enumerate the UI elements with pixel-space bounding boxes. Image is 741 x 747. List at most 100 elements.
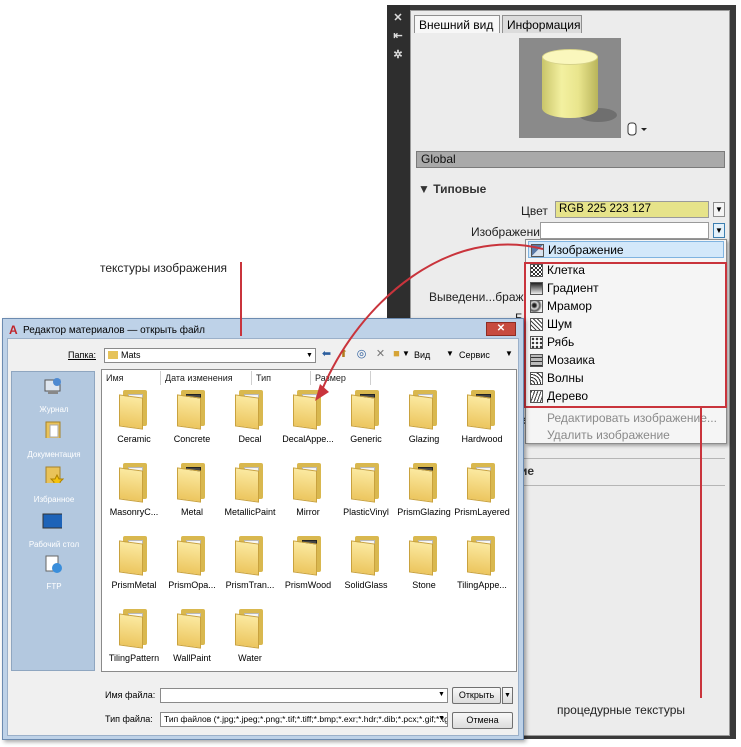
autohide-icon[interactable]: ⇤ [392, 30, 404, 42]
preview-cylinder-top [542, 49, 598, 65]
folder-icon [235, 390, 263, 430]
filetype-dropdown-icon[interactable]: ▼ [438, 715, 445, 722]
folder-label: Папка: [68, 350, 96, 360]
tab-appearance[interactable]: Внешний вид [414, 15, 500, 33]
file-item[interactable]: DecalAppe... [278, 390, 338, 458]
folder-icon [293, 536, 321, 576]
material-name-field[interactable]: Global [416, 151, 725, 168]
menu-item-edit-image[interactable]: Редактировать изображение... [528, 410, 724, 427]
material-preview [519, 38, 621, 138]
file-item[interactable]: PrismOpa... [162, 536, 222, 604]
section-divider [515, 485, 725, 486]
section-typical[interactable]: ▼ Типовые [418, 182, 486, 196]
tab-information[interactable]: Информация [502, 15, 582, 33]
image-field[interactable] [540, 222, 709, 239]
file-item[interactable]: TilingAppe... [452, 536, 512, 604]
file-item[interactable]: Metal [162, 463, 222, 531]
view-menu-button[interactable]: Вид [414, 350, 430, 360]
cylinder-icon [627, 122, 647, 136]
filetype-select[interactable]: Тип файлов (*.jpg;*.jpeg;*.png;*.tif;*.t… [160, 712, 448, 727]
folder-icon [177, 536, 205, 576]
view-dropdown-icon[interactable]: ▼ [402, 349, 410, 358]
properties-icon[interactable]: ✲ [392, 49, 404, 61]
folder-icon [293, 390, 321, 430]
up-folder-icon[interactable]: ⬆ [337, 348, 350, 361]
file-item[interactable]: PrismTran... [220, 536, 280, 604]
image-label: Изображение [471, 225, 547, 239]
file-item[interactable]: PrismWood [278, 536, 338, 604]
back-arrow-icon[interactable]: ⬅ [320, 348, 333, 361]
folder-icon [351, 390, 379, 430]
file-item[interactable]: Glazing [394, 390, 454, 458]
folder-icon [467, 390, 495, 430]
filename-input[interactable] [160, 688, 448, 703]
image-dropdown-button[interactable]: ▼ [713, 223, 725, 238]
dialog-close-button[interactable]: ✕ [486, 322, 516, 336]
file-item[interactable]: PrismGlazing [394, 463, 454, 531]
service-dropdown-icon[interactable]: ▼ [446, 349, 454, 358]
file-item[interactable]: PrismMetal [104, 536, 164, 604]
folder-icon [235, 609, 263, 649]
place-label: Избранное [33, 495, 75, 504]
folder-icon [409, 390, 437, 430]
file-item[interactable]: Mirror [278, 463, 338, 531]
file-item[interactable]: Water [220, 609, 280, 677]
chevron-down-icon: ▼ [306, 352, 313, 359]
folder-icon [467, 536, 495, 576]
callout-image-textures: текстуры изображения [100, 261, 228, 275]
folder-combo[interactable]: Mats ▼ [104, 348, 316, 363]
history-icon [44, 378, 61, 394]
column-type[interactable]: Тип [252, 371, 311, 385]
image-texture-icon [531, 244, 544, 257]
open-options-button[interactable]: ▼ [502, 687, 513, 704]
file-item[interactable]: Generic [336, 390, 396, 458]
file-item-label: Water [238, 653, 262, 663]
column-name[interactable]: Имя [102, 371, 161, 385]
file-item[interactable]: PrismLayered [452, 463, 512, 531]
file-item[interactable]: TilingPattern [104, 609, 164, 677]
file-item[interactable]: Hardwood [452, 390, 512, 458]
place-label: Документация [27, 450, 81, 459]
menu-item-image[interactable]: Изображение [528, 241, 724, 258]
delete-icon[interactable]: ✕ [374, 348, 387, 361]
column-date-modified[interactable]: Дата изменения [161, 371, 252, 385]
file-item[interactable]: SolidGlass [336, 536, 396, 604]
ftp-icon [45, 555, 62, 573]
more-dropdown-icon[interactable]: ▼ [505, 349, 513, 358]
folder-icon [108, 351, 118, 359]
file-item[interactable]: MetallicPaint [220, 463, 280, 531]
filename-label: Имя файла: [105, 690, 156, 700]
file-item-label: PrismLayered [454, 507, 510, 517]
color-field[interactable]: RGB 225 223 127 [555, 201, 709, 218]
image-fade-label: Выведени...браже [429, 290, 531, 304]
color-dropdown-button[interactable]: ▼ [713, 202, 725, 217]
file-item[interactable]: Stone [394, 536, 454, 604]
open-button[interactable]: Открыть [452, 687, 501, 704]
file-item-label: Hardwood [461, 434, 503, 444]
filename-dropdown-icon[interactable]: ▼ [438, 691, 445, 698]
preview-options-button[interactable] [627, 122, 649, 136]
file-item-label: TilingAppe... [457, 580, 507, 590]
callout-procedural-textures: процедурные текстуры [557, 703, 686, 717]
cancel-button[interactable]: Отмена [452, 712, 513, 729]
search-web-icon[interactable]: ◎ [355, 348, 368, 361]
folder-icon [409, 463, 437, 503]
file-item[interactable]: WallPaint [162, 609, 222, 677]
column-size[interactable]: Размер [311, 371, 371, 385]
file-item[interactable]: PlasticVinyl [336, 463, 396, 531]
close-icon[interactable]: ✕ [392, 12, 404, 24]
file-item[interactable]: Decal [220, 390, 280, 458]
folder-icon [119, 463, 147, 503]
procedural-textures-highlight [524, 262, 727, 408]
autocad-logo-icon: A [9, 323, 18, 337]
file-item[interactable]: MasonryC... [104, 463, 164, 531]
place-label: Журнал [39, 405, 69, 414]
menu-item-delete-image[interactable]: Удалить изображение [528, 427, 724, 444]
file-item[interactable]: Concrete [162, 390, 222, 458]
folder-icon [235, 463, 263, 503]
folder-icon [293, 463, 321, 503]
folder-icon [351, 463, 379, 503]
file-item[interactable]: Ceramic [104, 390, 164, 458]
color-label: Цвет [521, 204, 548, 218]
service-menu-button[interactable]: Сервис [459, 350, 490, 360]
